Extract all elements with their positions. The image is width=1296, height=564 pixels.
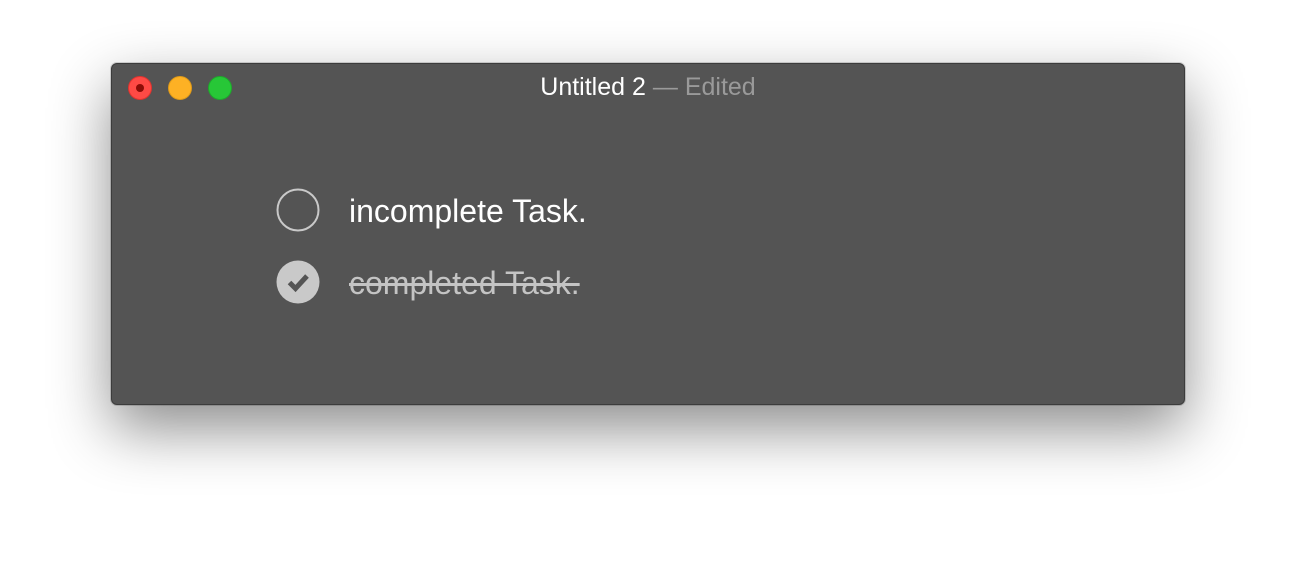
checkmark-circle-icon[interactable] <box>276 260 320 304</box>
task-label[interactable]: incomplete Task. <box>349 188 587 232</box>
title-separator: — <box>652 73 678 101</box>
document-name: Untitled 2 <box>540 73 646 101</box>
task-label-completed[interactable]: completed Task. <box>349 260 580 304</box>
empty-circle-icon[interactable] <box>276 188 320 232</box>
app-window: Untitled 2 — Edited incomplete Task. com… <box>111 63 1185 405</box>
title-bar[interactable]: Untitled 2 — Edited <box>112 64 1184 110</box>
edited-status: Edited <box>684 73 756 101</box>
window-title: Untitled 2 — Edited <box>112 64 1184 110</box>
